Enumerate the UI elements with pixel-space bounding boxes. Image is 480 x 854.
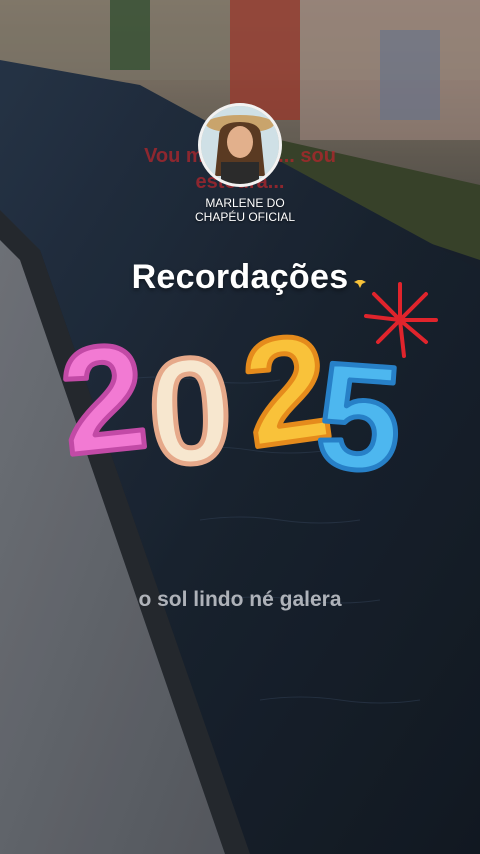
caption-subtitle: o sol lindo né galera [0,588,480,612]
caption-subtitle-text: o sol lindo né galera [138,588,342,611]
digit-2-first: 2 [60,311,154,487]
year-2025-sticker: 2 0 2 5 [60,280,438,500]
digit-0: 0 [144,324,236,496]
story-view: Vou mostrar p... sou estoura... MARLENE … [0,0,480,854]
creator-avatar[interactable] [198,103,282,187]
creator-name[interactable]: MARLENE DO CHAPÉU OFICIAL [180,196,310,224]
creator-name-text: MARLENE DO CHAPÉU OFICIAL [194,196,296,224]
sparkle-icon [354,280,366,288]
avatar-photo [201,106,279,184]
digit-5: 5 [312,330,407,500]
